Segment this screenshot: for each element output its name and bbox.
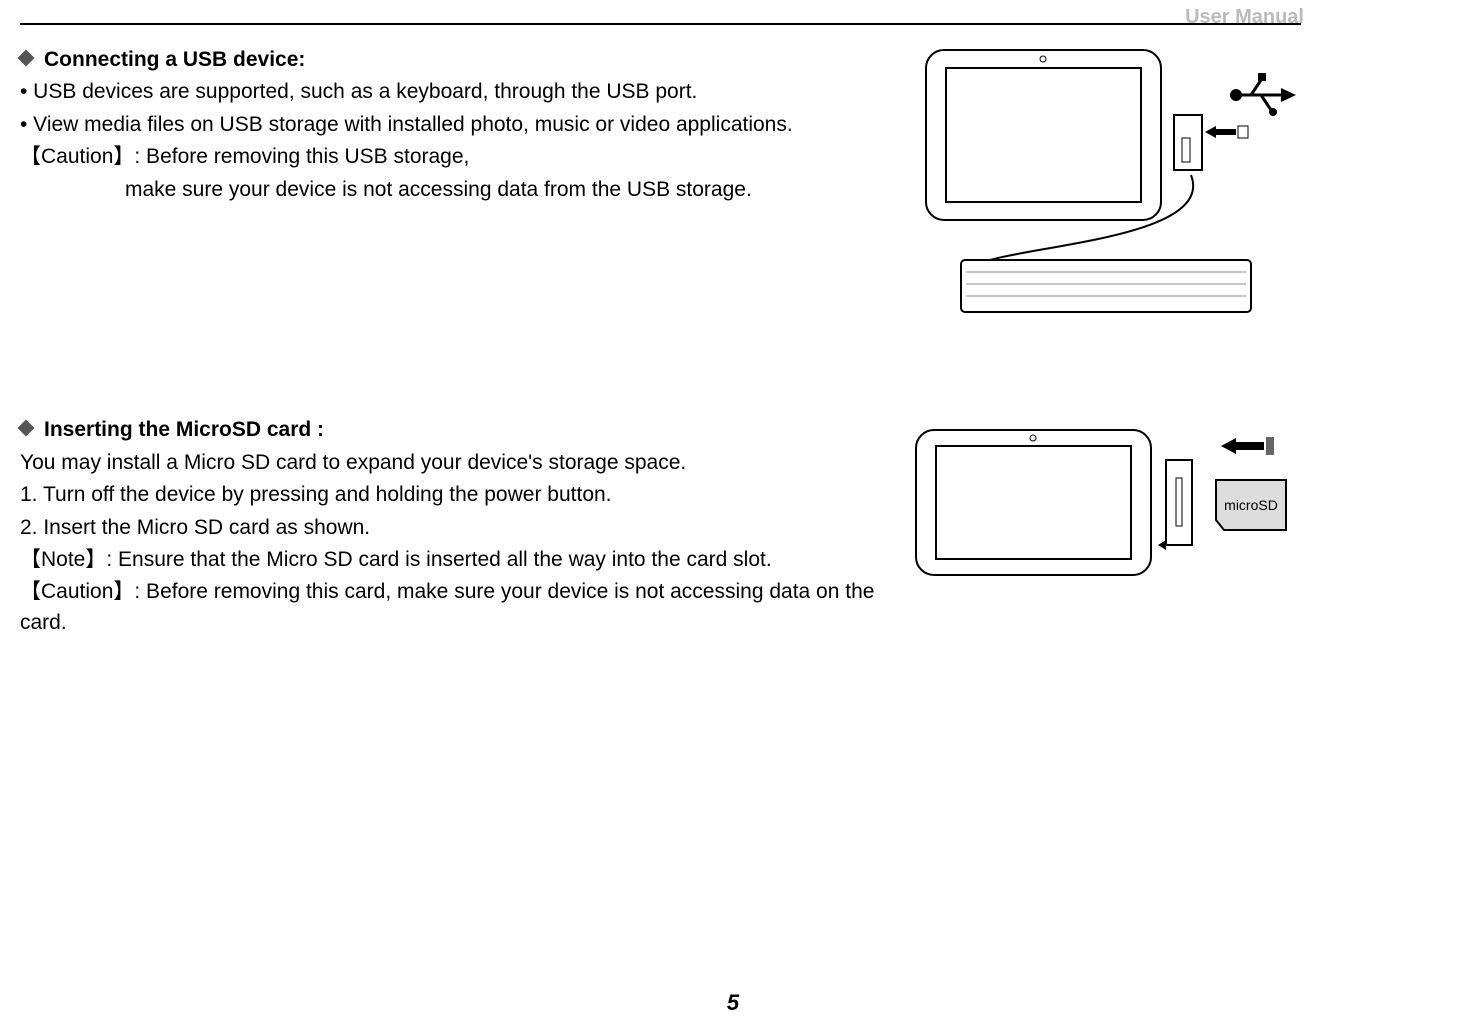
section-microsd-heading-text: Inserting the MicroSD card : [44,418,324,441]
bullet-diamond-icon [18,420,35,437]
usb-illustration-icon [916,40,1306,320]
sd-caution-text: : Before removing this card, make sure y… [20,580,874,633]
caution-label-2: 【Caution】 [20,580,134,603]
section-microsd: Inserting the MicroSD card : You may ins… [20,415,1306,638]
page-content: Connecting a USB device: • USB devices a… [20,45,1306,640]
sd-caution-line: 【Caution】: Before removing this card, ma… [20,577,880,638]
section-usb-body: • USB devices are supported, such as a k… [20,77,880,205]
sd-line3: 2. Insert the Micro SD card as shown. [20,513,880,543]
usb-line2: • View media files on USB storage with i… [20,110,880,140]
sd-note-line: 【Note】: Ensure that the Micro SD card is… [20,545,880,575]
bullet-diamond-icon [18,50,35,67]
microsd-illustration-icon: microSD [906,420,1306,580]
figure-usb-device [916,40,1306,320]
caution-label: 【Caution】 [20,145,134,168]
header-rule [20,23,1301,25]
section-usb: Connecting a USB device: • USB devices a… [20,45,1306,205]
usb-caution-line1: 【Caution】: Before removing this USB stor… [20,142,880,172]
page-number: 5 [0,990,1466,1016]
section-usb-heading-text: Connecting a USB device: [44,48,305,71]
sd-line2: 1. Turn off the device by pressing and h… [20,480,880,510]
figure-microsd: microSD [906,420,1306,580]
microsd-card-label: microSD [1224,497,1278,513]
sd-line1: You may install a Micro SD card to expan… [20,448,880,478]
sd-note-text: : Ensure that the Micro SD card is inser… [106,548,771,571]
usb-caution-text2: make sure your device is not accessing d… [20,175,880,205]
header-title: User Manual [1185,6,1304,29]
usb-line1: • USB devices are supported, such as a k… [20,77,880,107]
section-microsd-body: You may install a Micro SD card to expan… [20,448,880,639]
note-label: 【Note】 [20,548,106,571]
usb-caution-text1: : Before removing this USB storage, [134,145,469,168]
